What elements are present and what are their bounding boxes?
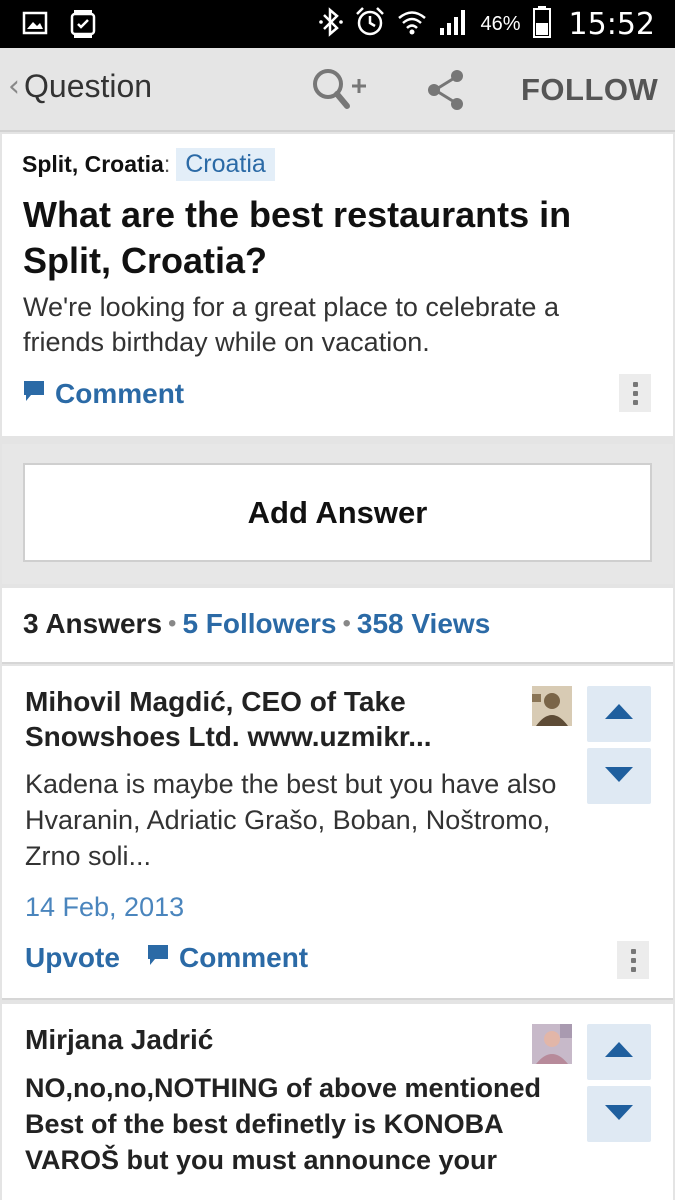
upvote-link[interactable]: Upvote	[25, 942, 120, 974]
question-comment-button[interactable]: Comment	[23, 378, 184, 410]
upvote-button[interactable]	[587, 686, 651, 742]
views-link[interactable]: 358 Views	[357, 608, 490, 640]
answer-author[interactable]: Mirjana Jadrić	[25, 1022, 505, 1057]
arrow-down-icon	[604, 1103, 634, 1126]
answer-card: Mihovil Magdić, CEO of Take Snowshoes Lt…	[2, 666, 673, 1000]
separator-dot: •	[168, 610, 177, 637]
question-title: What are the best restaurants in Split, …	[23, 194, 572, 281]
question-card: Split, Croatia : Croatia What are the be…	[2, 134, 673, 436]
followers-link[interactable]: 5 Followers	[182, 608, 336, 640]
clock: 15:52	[568, 6, 655, 42]
answer-text[interactable]: Kadena is maybe the best but you have al…	[25, 766, 565, 874]
arrow-down-icon	[604, 765, 634, 788]
status-bar: 46% 15:52	[0, 0, 675, 48]
downvote-button[interactable]	[587, 1086, 651, 1142]
gallery-icon	[22, 10, 48, 43]
share-icon[interactable]	[424, 68, 468, 117]
breadcrumb: Split, Croatia : Croatia	[22, 148, 275, 181]
watch-icon	[70, 10, 96, 43]
answer-card: Mirjana Jadrić NO,no,no,NOTHING of above…	[2, 1004, 673, 1200]
battery-icon	[532, 5, 551, 43]
stats-bar: 3 Answers • 5 Followers • 358 Views	[2, 588, 673, 664]
more-options-icon[interactable]	[619, 374, 651, 412]
arrow-up-icon	[604, 1041, 634, 1064]
page-title: Question	[24, 68, 153, 104]
answers-count: 3 Answers	[23, 608, 163, 639]
comment-label: Comment	[55, 378, 185, 409]
app-bar: ‹ Question FOLLOW	[0, 48, 675, 132]
comment-icon	[23, 378, 45, 410]
topic-parent-link[interactable]: Split, Croatia	[22, 151, 164, 178]
separator-dot: •	[342, 610, 351, 637]
avatar[interactable]	[532, 1024, 572, 1064]
bluetooth-icon	[318, 6, 343, 43]
wifi-icon	[397, 7, 427, 42]
answer-date[interactable]: 14 Feb, 2013	[25, 892, 184, 923]
arrow-up-icon	[604, 703, 634, 726]
signal-icon	[439, 8, 469, 41]
add-answer-section: Add Answer	[2, 444, 673, 584]
comment-icon	[147, 942, 169, 974]
answer-text[interactable]: NO,no,no,NOTHING of above mentioned Best…	[25, 1070, 570, 1178]
follow-button[interactable]: FOLLOW	[521, 72, 658, 108]
search-add-icon[interactable]	[310, 66, 370, 119]
alarm-icon	[355, 6, 385, 43]
back-button[interactable]: ‹ Question	[8, 68, 152, 105]
battery-percent: 46%	[480, 12, 521, 35]
topic-tag[interactable]: Croatia	[176, 148, 275, 181]
topic-separator: :	[163, 151, 171, 177]
add-answer-button[interactable]: Add Answer	[23, 463, 652, 562]
question-detail: We're looking for a great place to celeb…	[23, 292, 559, 357]
comment-label: Comment	[179, 942, 309, 973]
chevron-left-icon: ‹	[8, 69, 20, 104]
answer-comment-button[interactable]: Comment	[147, 942, 308, 974]
answer-author[interactable]: Mihovil Magdić, CEO of Take Snowshoes Lt…	[25, 684, 505, 754]
more-options-icon[interactable]	[617, 941, 649, 979]
avatar[interactable]	[532, 686, 572, 726]
upvote-button[interactable]	[587, 1024, 651, 1080]
downvote-button[interactable]	[587, 748, 651, 804]
